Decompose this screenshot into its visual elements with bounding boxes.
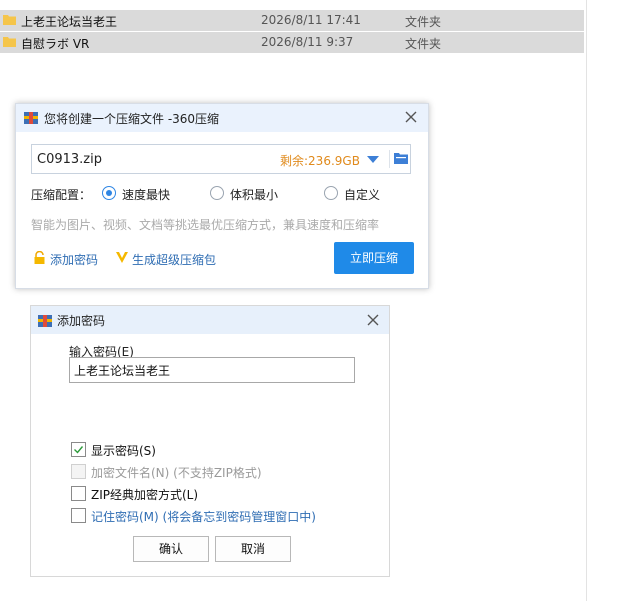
option-fastest-label: 速度最快 — [122, 188, 171, 202]
dialog-title: 添加密码 — [57, 314, 106, 328]
hint-text: 智能为图片、视频、文档等挑选最优压缩方式，兼具速度和压缩率 — [31, 218, 380, 232]
dialog-titlebar[interactable]: 您将创建一个压缩文件 -360压缩 — [16, 104, 428, 132]
option-smallest-label: 体积最小 — [230, 188, 279, 202]
folder-icon — [3, 37, 16, 47]
filename-value: C0913.zip — [37, 152, 102, 167]
zip-classic-checkbox[interactable] — [71, 486, 86, 501]
file-row[interactable]: 自慰ラボ VR 2026/8/11 9:37 文件夹 — [0, 32, 584, 53]
password-input[interactable]: 上老王论坛当老王 — [69, 357, 355, 383]
config-label: 压缩配置： — [31, 188, 92, 202]
filename-field[interactable]: C0913.zip 剩余:236.9GB — [31, 144, 411, 174]
archive-app-icon — [24, 112, 38, 124]
chevron-down-icon[interactable] — [367, 156, 379, 163]
show-password-checkbox[interactable] — [71, 442, 86, 457]
radio-fastest[interactable] — [102, 186, 116, 200]
file-row[interactable]: 上老王论坛当老王 2026/8/11 17:41 文件夹 — [0, 10, 584, 31]
encrypt-filenames-label: 加密文件名(N) (不支持ZIP格式) — [91, 466, 262, 480]
remember-password-checkbox[interactable] — [71, 508, 86, 523]
ok-button[interactable]: 确认 — [133, 536, 209, 562]
dialog-title: 您将创建一个压缩文件 -360压缩 — [44, 112, 220, 126]
cancel-button[interactable]: 取消 — [215, 536, 291, 562]
divider — [389, 150, 390, 168]
check-icon — [74, 446, 84, 454]
vip-v-icon — [116, 252, 128, 263]
folder-icon — [3, 15, 16, 25]
radio-smallest[interactable] — [210, 186, 224, 200]
lock-icon — [34, 251, 45, 264]
super-package-link[interactable]: 生成超级压缩包 — [132, 251, 216, 268]
compress-dialog: 您将创建一个压缩文件 -360压缩 C0913.zip 剩余:236.9GB 压… — [15, 103, 429, 289]
encrypt-filenames-checkbox[interactable] — [71, 464, 86, 479]
dialog-titlebar[interactable]: 添加密码 — [31, 306, 389, 334]
file-type: 文件夹 — [405, 37, 442, 51]
add-password-link[interactable]: 添加密码 — [50, 251, 98, 268]
password-value: 上老王论坛当老王 — [74, 364, 171, 378]
compress-now-button[interactable]: 立即压缩 — [334, 242, 414, 274]
show-password-label: 显示密码(S) — [91, 444, 156, 458]
remember-password-label: 记住密码(M) (将会备忘到密码管理窗口中) — [91, 510, 316, 524]
radio-custom[interactable] — [324, 186, 338, 200]
zip-classic-label: ZIP经典加密方式(L) — [91, 488, 199, 502]
file-name: 自慰ラボ VR — [21, 37, 90, 51]
pane-divider — [586, 0, 587, 601]
archive-app-icon — [38, 315, 52, 327]
file-name: 上老王论坛当老王 — [21, 15, 118, 29]
free-space-label: 剩余:236.9GB — [280, 154, 360, 168]
close-icon[interactable] — [366, 313, 380, 327]
file-date: 2026/8/11 9:37 — [261, 35, 354, 49]
file-date: 2026/8/11 17:41 — [261, 13, 361, 27]
password-dialog: 添加密码 输入密码(E) 上老王论坛当老王 显示密码(S) 加密文件名(N) (… — [30, 305, 390, 577]
option-custom-label: 自定义 — [344, 188, 381, 202]
file-type: 文件夹 — [405, 15, 442, 29]
close-icon[interactable] — [404, 110, 418, 124]
folder-browse-icon[interactable] — [394, 152, 408, 164]
